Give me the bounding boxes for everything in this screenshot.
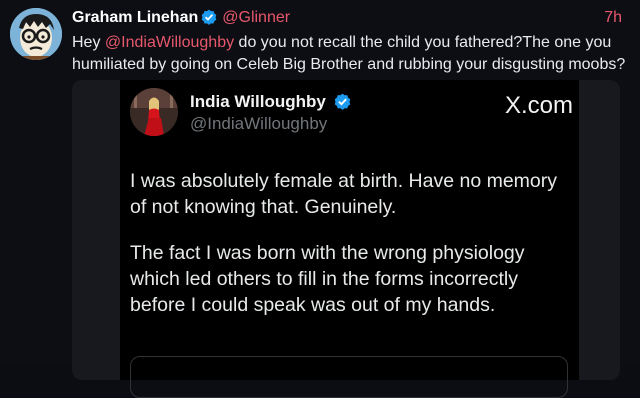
embed-author-handle: @IndiaWilloughby (190, 114, 328, 133)
post-text: Hey @IndiaWilloughby do you not recall t… (72, 32, 632, 76)
embed-paragraph-2: The fact I was born with the wrong physi… (130, 242, 525, 316)
quoted-tweet-card: India Willoughby @IndiaWilloughby X.com … (120, 80, 579, 398)
embed-verified-badge-icon (334, 93, 351, 110)
embedded-post-image[interactable]: India Willoughby @IndiaWilloughby X.com … (72, 80, 620, 398)
profile-photo-icon (130, 88, 178, 136)
author-avatar[interactable] (10, 8, 62, 60)
cartoon-face-icon (10, 8, 62, 60)
post-header: Graham Linehan @Glinner 7h (72, 8, 628, 28)
embed-author-name: India Willoughby (190, 92, 354, 112)
post-timestamp[interactable]: 7h (604, 8, 622, 28)
embed-inner-quote-box (130, 356, 568, 398)
post-text-prefix: Hey (72, 34, 105, 51)
embed-author-name-text: India Willoughby (190, 92, 326, 111)
author-handle[interactable]: @Glinner (222, 9, 290, 26)
embed-author-avatar (130, 88, 178, 136)
embed-tweet-text: I was absolutely female at birth. Have n… (130, 168, 560, 338)
author-name[interactable]: Graham Linehan (72, 9, 198, 26)
x-com-logo: X.com (504, 92, 573, 119)
post: Graham Linehan @Glinner 7h Hey @IndiaWil… (0, 0, 640, 398)
mention-link[interactable]: @IndiaWilloughby (105, 34, 234, 51)
verified-badge-icon (201, 9, 217, 25)
embed-paragraph-1: I was absolutely female at birth. Have n… (130, 170, 558, 218)
